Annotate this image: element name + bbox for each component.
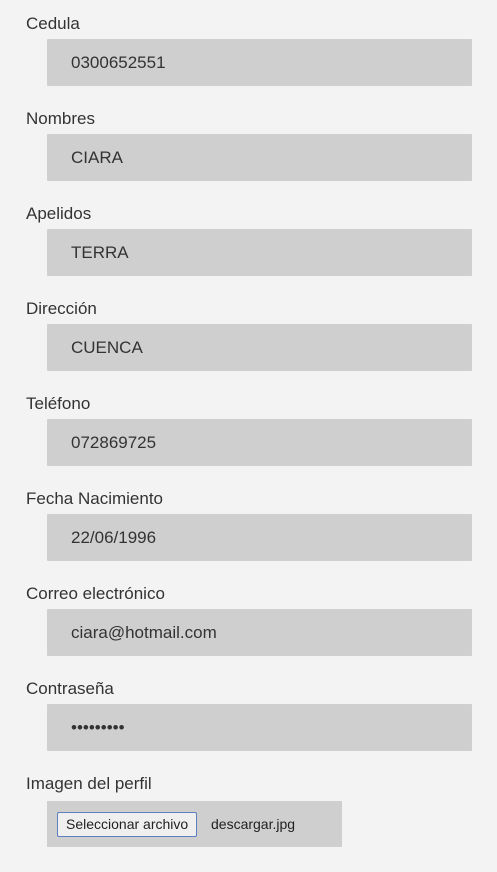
fecha-nacimiento-input[interactable]: 22/06/1996 [47, 514, 472, 561]
nombres-label: Nombres [26, 109, 95, 128]
fecha-nacimiento-label: Fecha Nacimiento [26, 489, 164, 508]
nombres-field-group: Nombres CIARA [0, 95, 497, 190]
correo-field-group: Correo electrónico ciara@hotmail.com [0, 570, 497, 665]
cedula-input[interactable]: 0300652551 [47, 39, 472, 86]
fecha-nacimiento-field-group: Fecha Nacimiento 22/06/1996 [0, 475, 497, 570]
direccion-label: Dirección [26, 299, 97, 318]
apellidos-field-group: Apelidos TERRA [0, 190, 497, 285]
profile-form: Cedula 0300652551 Nombres CIARA Apelidos… [0, 0, 497, 870]
telefono-field-group: Teléfono 072869725 [0, 380, 497, 475]
direccion-input[interactable]: CUENCA [47, 324, 472, 371]
correo-label: Correo electrónico [26, 584, 165, 603]
cedula-field-group: Cedula 0300652551 [0, 0, 497, 95]
imagen-perfil-field-group: Imagen del perfil Seleccionar archivo de… [0, 760, 497, 870]
correo-input[interactable]: ciara@hotmail.com [47, 609, 472, 656]
contrasena-label: Contraseña [26, 679, 114, 698]
selected-file-name: descargar.jpg [211, 816, 296, 832]
cedula-label: Cedula [26, 14, 80, 33]
telefono-input[interactable]: 072869725 [47, 419, 472, 466]
imagen-perfil-label: Imagen del perfil [26, 774, 152, 793]
select-file-button[interactable]: Seleccionar archivo [57, 812, 198, 837]
telefono-label: Teléfono [26, 394, 91, 413]
direccion-field-group: Dirección CUENCA [0, 285, 497, 380]
contrasena-field-group: Contraseña ••••••••• [0, 665, 497, 760]
apellidos-input[interactable]: TERRA [47, 229, 472, 276]
file-input[interactable]: Seleccionar archivo descargar.jpg [47, 801, 342, 847]
apellidos-label: Apelidos [26, 204, 92, 223]
nombres-input[interactable]: CIARA [47, 134, 472, 181]
contrasena-input[interactable]: ••••••••• [47, 704, 472, 751]
